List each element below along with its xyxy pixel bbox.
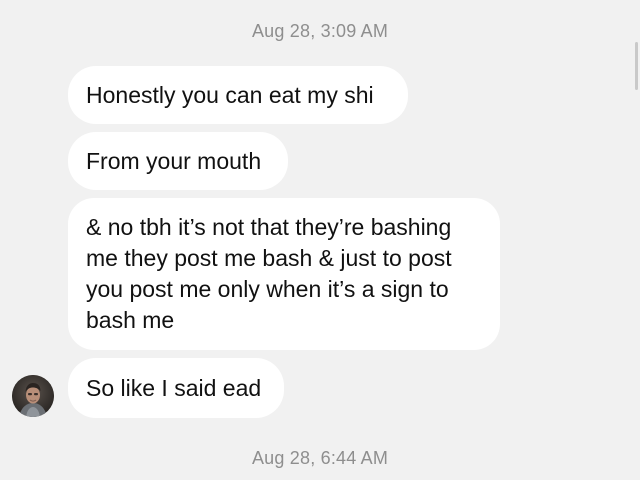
scrollbar[interactable] (635, 42, 638, 90)
timestamp-bottom: Aug 28, 6:44 AM (251, 448, 389, 468)
message-thread: Aug 28, 3:09 AM Honestly you can eat my … (0, 0, 640, 480)
message-bubble-3[interactable]: & no tbh it’s not that they’re bashing m… (68, 198, 500, 350)
timestamp-top: Aug 28, 3:09 AM (251, 21, 389, 41)
message-bubble-2[interactable]: From your mouth (68, 132, 288, 190)
user-avatar-icon (12, 375, 54, 417)
message-bubble-4[interactable]: So like I said ead (68, 358, 284, 418)
message-bubble-1[interactable]: Honestly you can eat my shi (68, 66, 408, 124)
sender-avatar[interactable] (12, 375, 54, 417)
